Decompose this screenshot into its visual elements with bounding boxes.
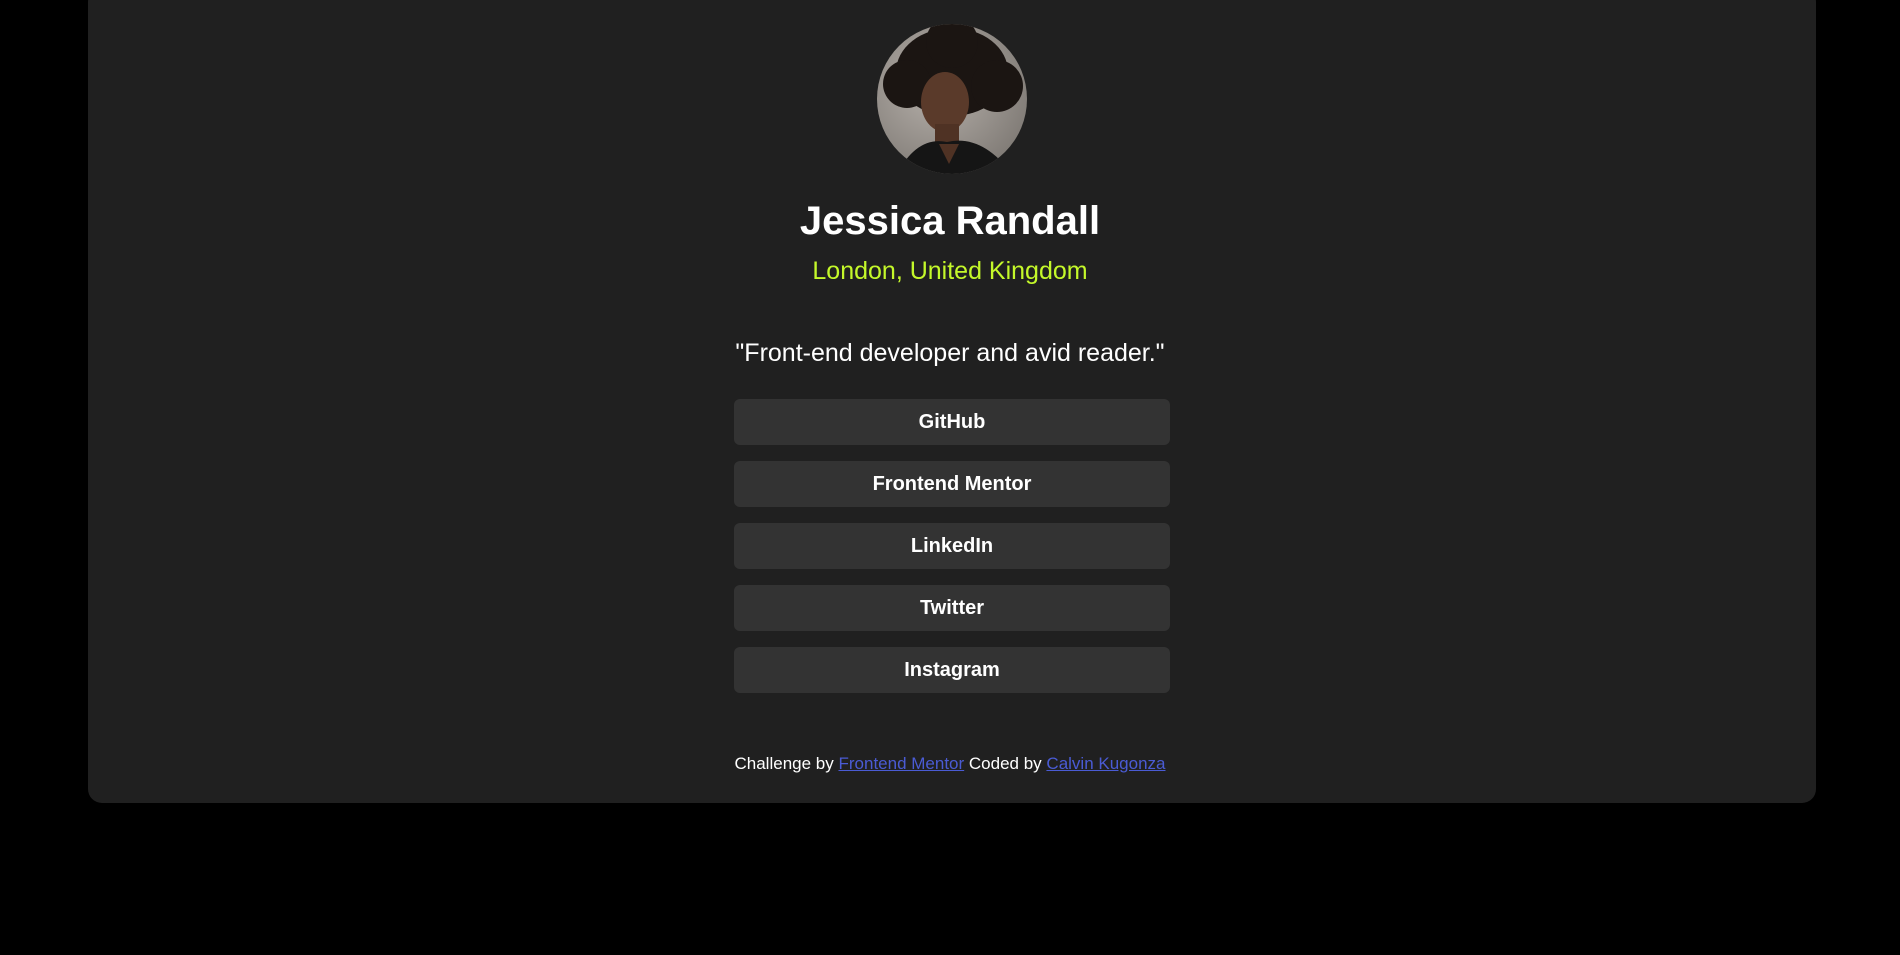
frontend-mentor-link-button[interactable]: Frontend Mentor — [734, 461, 1170, 507]
coded-prefix: Coded by — [968, 754, 1042, 773]
profile-name: Jessica Randall — [799, 199, 1101, 243]
avatar — [877, 24, 1027, 174]
challenge-prefix: Challenge by — [734, 754, 834, 773]
instagram-link-button[interactable]: Instagram — [734, 647, 1170, 693]
frontend-mentor-attribution-link[interactable]: Frontend Mentor — [838, 754, 964, 773]
attribution-footer: Challenge by Frontend Mentor Coded by Ca… — [0, 753, 1900, 775]
profile-bio: "Front-end developer and avid reader." — [735, 339, 1165, 367]
github-link-button[interactable]: GitHub — [734, 399, 1170, 445]
social-links-list: GitHub Frontend Mentor LinkedIn Twitter … — [734, 399, 1170, 709]
linkedin-link-button[interactable]: LinkedIn — [734, 523, 1170, 569]
profile-location: London, United Kingdom — [812, 257, 1088, 285]
avatar-photo-icon — [877, 24, 1027, 174]
twitter-link-button[interactable]: Twitter — [734, 585, 1170, 631]
author-attribution-link[interactable]: Calvin Kugonza — [1046, 754, 1165, 773]
